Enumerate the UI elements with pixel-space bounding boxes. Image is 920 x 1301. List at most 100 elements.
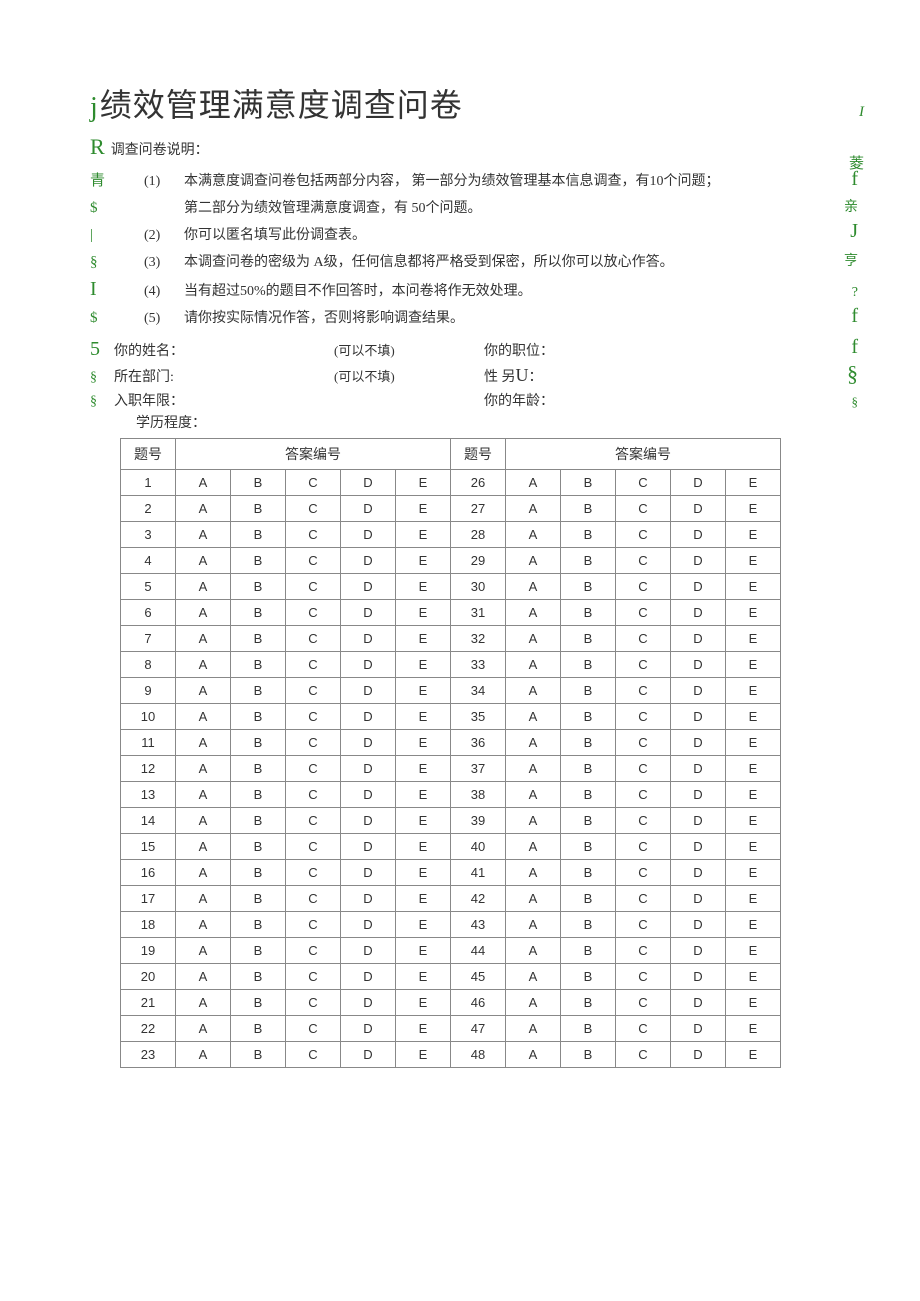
answer-option-cell[interactable]: D [341,938,396,964]
answer-option-cell[interactable]: A [176,860,231,886]
answer-option-cell[interactable]: B [561,470,616,496]
answer-option-cell[interactable]: B [561,782,616,808]
answer-option-cell[interactable]: B [561,912,616,938]
answer-option-cell[interactable]: A [176,1016,231,1042]
answer-option-cell[interactable]: B [231,782,286,808]
answer-option-cell[interactable]: E [726,990,781,1016]
answer-option-cell[interactable]: A [176,886,231,912]
answer-option-cell[interactable]: B [231,678,286,704]
answer-option-cell[interactable]: C [616,470,671,496]
answer-option-cell[interactable]: B [561,860,616,886]
answer-option-cell[interactable]: C [616,496,671,522]
answer-option-cell[interactable]: E [726,964,781,990]
answer-option-cell[interactable]: D [341,470,396,496]
answer-option-cell[interactable]: B [561,964,616,990]
answer-option-cell[interactable]: D [341,730,396,756]
answer-option-cell[interactable]: C [286,938,341,964]
answer-option-cell[interactable]: C [616,1016,671,1042]
answer-option-cell[interactable]: B [231,548,286,574]
answer-option-cell[interactable]: C [616,652,671,678]
answer-option-cell[interactable]: B [231,1016,286,1042]
answer-option-cell[interactable]: B [561,938,616,964]
answer-option-cell[interactable]: E [396,678,451,704]
answer-option-cell[interactable]: B [231,912,286,938]
answer-option-cell[interactable]: A [506,834,561,860]
answer-option-cell[interactable]: D [671,470,726,496]
answer-option-cell[interactable]: D [671,964,726,990]
answer-option-cell[interactable]: C [286,704,341,730]
answer-option-cell[interactable]: C [286,678,341,704]
answer-option-cell[interactable]: C [286,1042,341,1068]
answer-option-cell[interactable]: B [561,626,616,652]
answer-option-cell[interactable]: B [231,704,286,730]
answer-option-cell[interactable]: D [671,704,726,730]
answer-option-cell[interactable]: A [506,548,561,574]
answer-option-cell[interactable]: D [341,990,396,1016]
answer-option-cell[interactable]: D [671,834,726,860]
answer-option-cell[interactable]: B [561,990,616,1016]
answer-option-cell[interactable]: A [176,990,231,1016]
answer-option-cell[interactable]: D [671,938,726,964]
answer-option-cell[interactable]: C [286,808,341,834]
answer-option-cell[interactable]: D [341,808,396,834]
answer-option-cell[interactable]: B [231,1042,286,1068]
answer-option-cell[interactable]: D [341,574,396,600]
answer-option-cell[interactable]: A [176,704,231,730]
answer-option-cell[interactable]: A [506,912,561,938]
answer-option-cell[interactable]: A [176,626,231,652]
answer-option-cell[interactable]: E [726,704,781,730]
answer-option-cell[interactable]: B [561,548,616,574]
answer-option-cell[interactable]: E [396,990,451,1016]
answer-option-cell[interactable]: B [231,496,286,522]
answer-option-cell[interactable]: B [561,574,616,600]
answer-option-cell[interactable]: C [286,652,341,678]
answer-option-cell[interactable]: B [231,938,286,964]
answer-option-cell[interactable]: E [396,496,451,522]
answer-option-cell[interactable]: C [616,964,671,990]
answer-option-cell[interactable]: E [726,678,781,704]
answer-option-cell[interactable]: D [341,782,396,808]
answer-option-cell[interactable]: B [561,678,616,704]
answer-option-cell[interactable]: C [616,704,671,730]
answer-option-cell[interactable]: D [671,1016,726,1042]
answer-option-cell[interactable]: A [506,808,561,834]
answer-option-cell[interactable]: A [176,678,231,704]
answer-option-cell[interactable]: D [671,1042,726,1068]
answer-option-cell[interactable]: C [286,730,341,756]
answer-option-cell[interactable]: D [341,652,396,678]
answer-option-cell[interactable]: E [396,522,451,548]
answer-option-cell[interactable]: D [671,574,726,600]
answer-option-cell[interactable]: D [671,756,726,782]
answer-option-cell[interactable]: D [341,626,396,652]
answer-option-cell[interactable]: D [341,678,396,704]
answer-option-cell[interactable]: C [286,756,341,782]
answer-option-cell[interactable]: D [341,964,396,990]
answer-option-cell[interactable]: C [616,548,671,574]
answer-option-cell[interactable]: E [396,808,451,834]
answer-option-cell[interactable]: B [231,808,286,834]
answer-option-cell[interactable]: C [616,886,671,912]
answer-option-cell[interactable]: C [616,574,671,600]
answer-option-cell[interactable]: C [286,782,341,808]
answer-option-cell[interactable]: A [506,1016,561,1042]
answer-option-cell[interactable]: E [726,548,781,574]
answer-option-cell[interactable]: A [176,652,231,678]
answer-option-cell[interactable]: A [506,860,561,886]
answer-option-cell[interactable]: E [726,626,781,652]
answer-option-cell[interactable]: A [506,782,561,808]
answer-option-cell[interactable]: E [396,860,451,886]
answer-option-cell[interactable]: E [396,470,451,496]
answer-option-cell[interactable]: C [616,860,671,886]
answer-option-cell[interactable]: A [176,834,231,860]
answer-option-cell[interactable]: C [616,626,671,652]
answer-option-cell[interactable]: B [231,652,286,678]
answer-option-cell[interactable]: C [616,678,671,704]
answer-option-cell[interactable]: E [726,886,781,912]
answer-option-cell[interactable]: E [726,522,781,548]
answer-option-cell[interactable]: E [726,1042,781,1068]
answer-option-cell[interactable]: A [176,938,231,964]
answer-option-cell[interactable]: E [396,912,451,938]
answer-option-cell[interactable]: B [561,1016,616,1042]
answer-option-cell[interactable]: E [396,626,451,652]
answer-option-cell[interactable]: D [671,496,726,522]
